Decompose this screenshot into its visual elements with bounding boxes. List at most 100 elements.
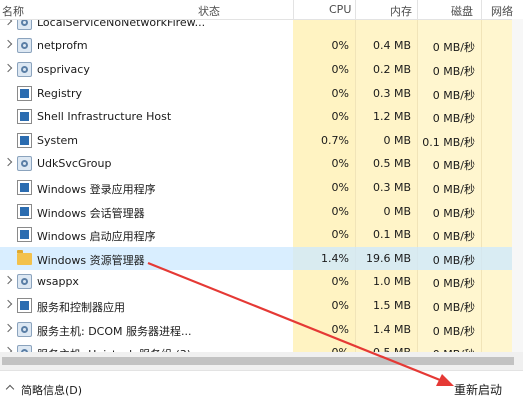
process-mem: 0 MB [383, 133, 411, 147]
window-icon [17, 132, 32, 148]
process-row[interactable]: Registry 0% 0.3 MB 0 MB/秒 [0, 82, 523, 106]
window-icon [17, 85, 32, 101]
process-disk: 0 MB/秒 [432, 112, 475, 126]
brief-info-link[interactable]: 简略信息(D) [21, 382, 82, 398]
process-row[interactable]: Windows 会话管理器 0% 0 MB 0 MB/秒 [0, 200, 523, 224]
process-name: Registry [37, 86, 83, 100]
chevron-right-icon[interactable] [3, 63, 13, 73]
process-name: 服务主机: DCOM 服务器进程... [37, 324, 192, 338]
window-icon [17, 203, 32, 219]
process-disk: 0 MB/秒 [432, 41, 475, 55]
chevron-right-icon[interactable] [3, 40, 13, 49]
column-divider[interactable] [417, 0, 418, 19]
chevron-up-icon[interactable] [5, 384, 15, 394]
process-cpu: 0% [331, 110, 349, 124]
column-divider[interactable] [355, 0, 356, 19]
chevron-right-icon[interactable] [3, 299, 13, 309]
process-name: LocalServiceNoNetworkFirew... [37, 19, 206, 29]
gear-icon [17, 274, 32, 290]
window-icon [17, 109, 32, 125]
process-disk: 0.1 MB/秒 [422, 135, 475, 149]
gear-icon [17, 19, 32, 30]
process-row[interactable]: osprivacy 0% 0.2 MB 0 MB/秒 [0, 58, 523, 82]
column-header-cpu[interactable]: CPU [329, 3, 351, 16]
process-cpu: 0% [331, 298, 349, 312]
process-mem: 1.0 MB [372, 275, 411, 289]
process-row[interactable]: wsappx 0% 1.0 MB 0 MB/秒 [0, 270, 523, 294]
column-header-name[interactable]: 名称 [2, 3, 24, 19]
process-row[interactable]: System 0.7% 0 MB 0.1 MB/秒 [0, 129, 523, 153]
column-header-network[interactable]: 网络 [491, 3, 513, 19]
process-cpu: 0% [331, 180, 349, 194]
gear-icon [17, 156, 32, 172]
process-name: Windows 登录应用程序 [37, 182, 156, 196]
horizontal-scrollbar-thumb[interactable] [2, 357, 514, 365]
process-cpu: 0% [331, 86, 349, 100]
process-row[interactable]: Windows 启动应用程序 0% 0.1 MB 0 MB/秒 [0, 223, 523, 247]
process-name: wsappx [37, 275, 79, 289]
process-cpu: 0% [331, 157, 349, 171]
process-cpu: 0% [331, 204, 349, 218]
process-disk: 0 MB/秒 [432, 300, 475, 314]
process-cpu: 0% [331, 322, 349, 336]
process-disk: 0 MB/秒 [432, 324, 475, 338]
process-name: Windows 会话管理器 [37, 206, 145, 220]
process-cpu: 0% [331, 275, 349, 289]
process-disk: 0 MB/秒 [432, 206, 475, 220]
process-cpu: 0% [331, 39, 349, 53]
process-mem: 1.5 MB [372, 298, 411, 312]
process-name: osprivacy [37, 62, 90, 76]
process-cpu: 0% [331, 62, 349, 76]
process-disk: 0 MB/秒 [432, 64, 475, 78]
gear-icon [17, 321, 32, 337]
window-icon [17, 227, 32, 243]
process-row[interactable]: Windows 资源管理器 1.4% 19.6 MB 0 MB/秒 [0, 246, 523, 271]
horizontal-scrollbar[interactable] [0, 352, 523, 370]
process-mem: 0.3 MB [372, 180, 411, 194]
process-name: 服务和控制器应用 [37, 300, 125, 314]
process-cpu: 0.7% [321, 133, 349, 147]
column-header-disk[interactable]: 磁盘 [451, 3, 473, 19]
window-icon [17, 297, 32, 313]
chevron-right-icon[interactable] [3, 323, 13, 332]
process-name: Windows 启动应用程序 [37, 230, 156, 244]
process-name: Shell Infrastructure Host [37, 110, 172, 124]
process-disk: 0 MB/秒 [432, 88, 475, 102]
process-mem: 0.5 MB [372, 157, 411, 171]
column-divider[interactable] [481, 0, 482, 19]
process-disk: 0 MB/秒 [432, 182, 475, 196]
chevron-right-icon[interactable] [3, 158, 13, 167]
process-row[interactable]: Shell Infrastructure Host 0% 1.2 MB 0 MB/秒 [0, 105, 523, 129]
process-name: System [37, 133, 79, 147]
process-row[interactable]: UdkSvcGroup 0% 0.5 MB 0 MB/秒 [0, 152, 523, 176]
process-mem: 19.6 MB [365, 251, 411, 265]
gear-icon [17, 61, 32, 77]
column-header-status[interactable]: 状态 [198, 3, 220, 19]
process-name: Windows 资源管理器 [37, 253, 145, 267]
process-row[interactable]: Windows 登录应用程序 0% 0.3 MB 0 MB/秒 [0, 176, 523, 200]
column-header-row: 名称 状态 CPU 内存 磁盘 网络 [0, 0, 523, 20]
process-mem: 0.2 MB [372, 62, 411, 76]
process-mem: 1.2 MB [372, 110, 411, 124]
process-row[interactable]: 服务和控制器应用 0% 1.5 MB 0 MB/秒 [0, 294, 523, 318]
process-row[interactable]: 服务主机: DCOM 服务器进程... 0% 1.4 MB 0 MB/秒 [0, 318, 523, 342]
vertical-scrollbar[interactable] [512, 19, 523, 352]
process-disk: 0 MB/秒 [432, 159, 475, 173]
process-row[interactable]: netprofm 0% 0.4 MB 0 MB/秒 [0, 34, 523, 58]
column-header-memory[interactable]: 内存 [390, 3, 412, 19]
process-row[interactable]: 服务主机: Unistack 服务组 (3)0%0.5 MB0 MB/秒 [0, 341, 523, 352]
chevron-right-icon[interactable] [3, 276, 13, 285]
gear-icon [17, 345, 32, 352]
process-cpu: 0% [331, 228, 349, 242]
process-mem: 0.4 MB [372, 39, 411, 53]
process-row[interactable]: LocalServiceNoNetworkFirew... [0, 19, 523, 34]
process-list: LocalServiceNoNetworkFirew... netprofm 0% 0… [0, 19, 523, 352]
window-icon [17, 179, 32, 195]
process-mem: 0.1 MB [372, 228, 411, 242]
process-mem: 0 MB [383, 204, 411, 218]
process-mem: 0.3 MB [372, 86, 411, 100]
process-cpu: 1.4% [321, 251, 349, 265]
restart-button[interactable]: 重新启动 [454, 381, 502, 398]
process-name: UdkSvcGroup [37, 157, 112, 171]
column-divider[interactable] [293, 0, 294, 19]
